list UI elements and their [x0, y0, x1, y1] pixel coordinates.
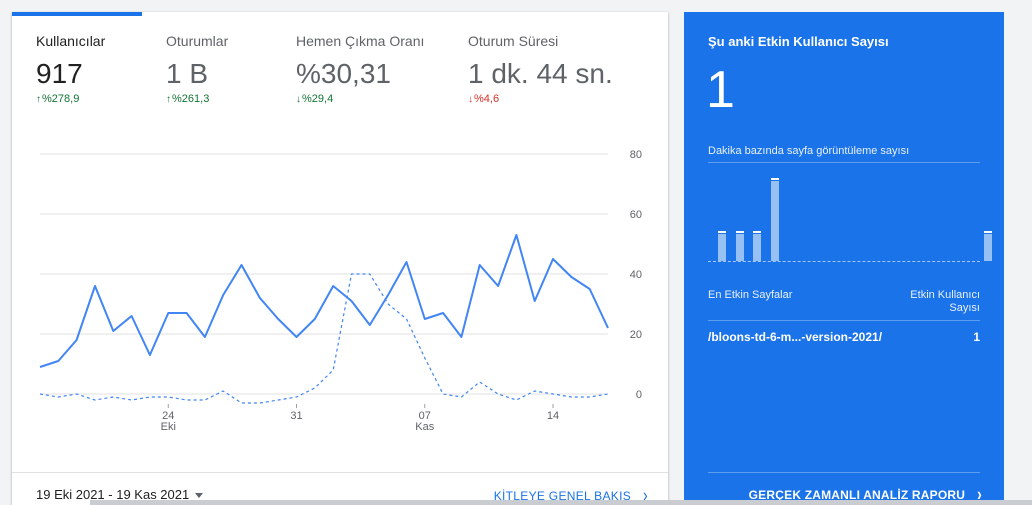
- pageview-bar: [718, 231, 726, 261]
- active-users-header: Etkin Kullanıcı Sayısı: [910, 289, 980, 314]
- metric-label: Hemen Çıkma Oranı: [296, 33, 425, 49]
- realtime-title: Şu anki Etkin Kullanıcı Sayısı: [708, 34, 889, 49]
- users-series-line: [39, 234, 609, 368]
- metric-value: 917: [36, 58, 83, 89]
- top-page-user-count: 1: [973, 330, 980, 344]
- realtime-active-users-count: 1: [706, 61, 735, 119]
- x-tick-label: 14: [547, 410, 559, 422]
- users-line-chart: 02040608024Eki31 07Kas14: [39, 149, 642, 433]
- pageviews-per-minute-chart: [708, 174, 992, 261]
- x-tick-sublabel: Eki: [161, 421, 176, 433]
- x-tick-sublabel: Kas: [415, 421, 434, 433]
- bar-cap: [771, 178, 780, 180]
- pageviews-per-minute-label: Dakika bazında sayfa görüntüleme sayısı: [708, 145, 910, 157]
- metric-tab-session-duration[interactable]: Oturum Süresi 1 dk. 44 sn. ↓%4,6: [468, 33, 613, 105]
- caret-down-icon: [195, 493, 204, 499]
- metric-tab-sessions[interactable]: Oturumlar 1 B ↑%261,3: [166, 33, 228, 105]
- arrow-up-icon: ↑: [166, 94, 171, 105]
- metric-change: ↓%4,6: [468, 93, 500, 105]
- y-tick-label: 60: [630, 209, 642, 221]
- top-page-link[interactable]: /bloons-td-6-m...-version-2021/: [708, 330, 882, 344]
- metric-label: Oturumlar: [166, 33, 229, 49]
- pageview-bar: [771, 178, 780, 261]
- metric-value: 1 B: [166, 58, 209, 89]
- metric-change: ↓%29,4: [296, 93, 334, 105]
- metric-value: 1 dk. 44 sn.: [468, 58, 613, 89]
- arrow-up-icon: ↑: [36, 94, 41, 105]
- metric-label: Kullanıcılar: [36, 33, 106, 49]
- arrow-down-icon: ↓: [296, 94, 301, 105]
- metric-value: %30,31: [296, 58, 391, 89]
- metric-tab-users[interactable]: Kullanıcılar 917 ↑%278,9: [36, 33, 105, 105]
- metric-tab-bounce-rate[interactable]: Hemen Çıkma Oranı %30,31 ↓%29,4: [296, 33, 424, 105]
- divider: [708, 472, 980, 473]
- y-tick-label: 0: [636, 389, 642, 401]
- pageview-bar: [735, 231, 744, 261]
- comparison-series-line: [39, 273, 609, 404]
- pageview-bar: [983, 231, 992, 261]
- active-tab-indicator: [12, 12, 142, 16]
- bars-baseline: [708, 261, 980, 262]
- realtime-card: Şu anki Etkin Kullanıcı Sayısı 1 Dakika …: [684, 12, 1004, 505]
- bar-cap: [718, 231, 726, 233]
- metric-change: ↑%278,9: [36, 93, 80, 105]
- pageview-bar: [753, 231, 762, 261]
- divider: [708, 320, 980, 321]
- arrow-down-icon: ↓: [468, 94, 473, 105]
- bar-cap: [735, 231, 744, 233]
- y-tick-label: 80: [630, 149, 642, 161]
- y-tick-label: 20: [630, 329, 642, 341]
- divider: [708, 162, 980, 163]
- horizontal-scrollbar[interactable]: [90, 500, 1032, 505]
- bar-cap: [753, 231, 762, 233]
- metric-label: Oturum Süresi: [468, 33, 559, 49]
- top-pages-header: En Etkin Sayfalar: [708, 289, 793, 301]
- x-tick-label: 31: [290, 410, 302, 422]
- bar-cap: [983, 231, 992, 233]
- metric-change: ↑%261,3: [166, 93, 210, 105]
- y-tick-label: 40: [630, 269, 642, 281]
